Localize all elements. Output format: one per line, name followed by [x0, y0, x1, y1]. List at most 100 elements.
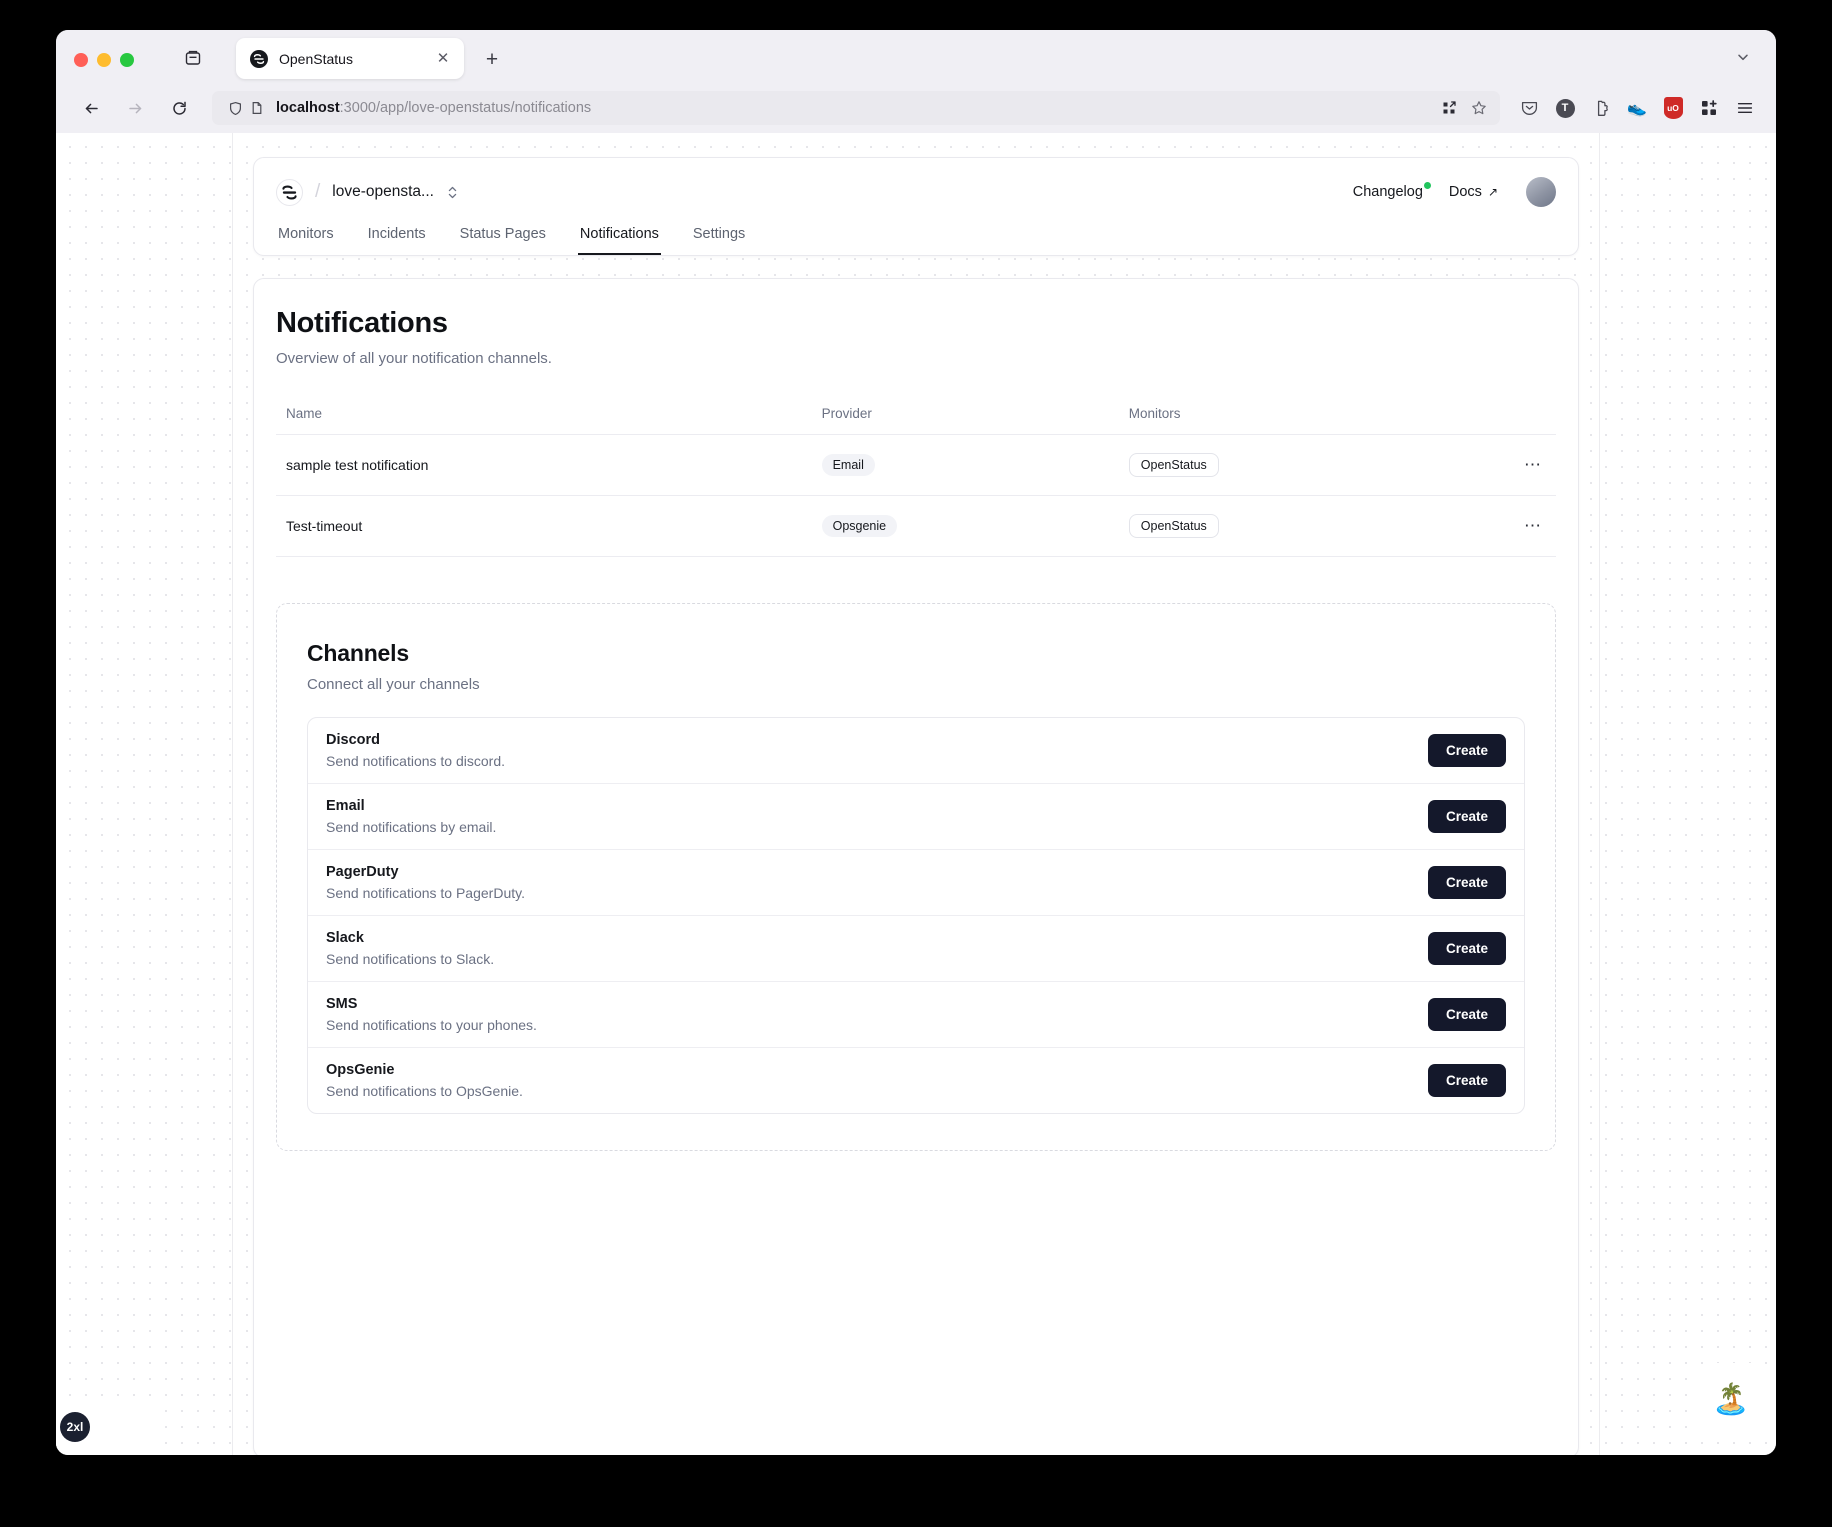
back-icon[interactable] — [74, 91, 108, 125]
list-item: Slack Send notifications to Slack. Creat… — [308, 916, 1524, 982]
app-nav-tabs: Monitors Incidents Status Pages Notifica… — [276, 220, 1556, 255]
url-bar-actions — [1436, 95, 1492, 121]
forward-icon[interactable] — [118, 91, 152, 125]
qr-share-icon[interactable] — [1436, 95, 1462, 121]
create-email-channel-button[interactable]: Create — [1428, 800, 1506, 833]
page-subtitle: Overview of all your notification channe… — [276, 350, 1556, 367]
monitor-badge[interactable]: OpenStatus — [1129, 514, 1219, 538]
channel-name: Email — [326, 798, 1428, 814]
workspace-name: love-opensta... — [332, 183, 434, 201]
create-sms-channel-button[interactable]: Create — [1428, 998, 1506, 1031]
tab-incidents[interactable]: Incidents — [366, 220, 428, 255]
column-header-name: Name — [276, 395, 814, 435]
reload-icon[interactable] — [162, 91, 196, 125]
channel-name: Slack — [326, 930, 1428, 946]
channel-name: Discord — [326, 732, 1428, 748]
openstatus-logo-icon — [250, 50, 268, 68]
close-window-button[interactable] — [74, 53, 88, 67]
table-row[interactable]: Test-timeout Opsgenie OpenStatus ⋯ — [276, 496, 1556, 557]
notification-provider-cell: Opsgenie — [814, 496, 1121, 557]
table-header-row: Name Provider Monitors — [276, 395, 1556, 435]
new-tab-button[interactable]: + — [478, 45, 506, 73]
bookmark-star-icon[interactable] — [1466, 95, 1492, 121]
url-host: localhost — [276, 100, 340, 116]
channel-description: Send notifications to PagerDuty. — [326, 885, 1428, 901]
row-more-options-icon[interactable]: ⋯ — [1518, 513, 1548, 539]
channel-list: Discord Send notifications to discord. C… — [307, 717, 1525, 1114]
url-path: :3000/app/love-openstatus/notifications — [340, 100, 592, 116]
tab-status-pages[interactable]: Status Pages — [458, 220, 548, 255]
changelog-link[interactable]: Changelog — [1353, 184, 1423, 200]
pocket-save-icon[interactable] — [1514, 93, 1544, 123]
channel-info: OpsGenie Send notifications to OpsGenie. — [326, 1062, 1428, 1099]
account-circle-t-icon[interactable]: T — [1550, 93, 1580, 123]
shield-icon — [224, 97, 246, 119]
external-link-icon: ↗ — [1488, 185, 1498, 199]
extensions-grid-icon[interactable] — [1694, 93, 1724, 123]
avatar[interactable] — [1526, 177, 1556, 207]
notification-monitors-cell: OpenStatus — [1121, 496, 1479, 557]
page-container: / love-opensta... Changelog Docs — [232, 133, 1600, 1455]
account-initial: T — [1556, 99, 1575, 118]
close-tab-icon[interactable]: ✕ — [433, 49, 453, 69]
channel-description: Send notifications to your phones. — [326, 1017, 1428, 1033]
list-item: SMS Send notifications to your phones. C… — [308, 982, 1524, 1048]
docs-link[interactable]: Docs ↗ — [1449, 184, 1498, 200]
monitor-badge[interactable]: OpenStatus — [1129, 453, 1219, 477]
ublock-shield: uO — [1664, 97, 1683, 119]
ublock-origin-icon[interactable]: uO — [1658, 93, 1688, 123]
tab-notifications[interactable]: Notifications — [578, 220, 661, 255]
channel-name: SMS — [326, 996, 1428, 1012]
url-text: localhost:3000/app/love-openstatus/notif… — [276, 100, 1436, 116]
create-slack-channel-button[interactable]: Create — [1428, 932, 1506, 965]
provider-badge: Opsgenie — [822, 515, 898, 537]
tab-title: OpenStatus — [279, 51, 433, 67]
workspace-switcher-icon[interactable] — [445, 183, 461, 201]
puzzle-extension-icon[interactable] — [1586, 93, 1616, 123]
channels-subtitle: Connect all your channels — [307, 676, 1525, 693]
create-opsgenie-channel-button[interactable]: Create — [1428, 1064, 1506, 1097]
provider-badge: Email — [822, 454, 875, 476]
chevron-down-icon[interactable] — [1730, 45, 1756, 69]
tab-settings[interactable]: Settings — [691, 220, 747, 255]
channel-info: SMS Send notifications to your phones. — [326, 996, 1428, 1033]
notification-actions-cell: ⋯ — [1479, 435, 1556, 496]
table-header: Name Provider Monitors — [276, 395, 1556, 435]
notification-provider-cell: Email — [814, 435, 1121, 496]
column-header-actions — [1479, 395, 1556, 435]
docs-label: Docs — [1449, 184, 1482, 200]
breakpoint-indicator: 2xl — [56, 1405, 154, 1449]
hamburger-menu-icon[interactable] — [1730, 93, 1760, 123]
channels-section: Channels Connect all your channels Disco… — [276, 603, 1556, 1151]
breadcrumb-separator: / — [315, 181, 320, 203]
create-discord-channel-button[interactable]: Create — [1428, 734, 1506, 767]
window-traffic-lights — [74, 53, 134, 83]
app-header-top-row: / love-opensta... Changelog Docs — [276, 174, 1556, 210]
sneaker-extension-icon[interactable]: 👟 — [1622, 93, 1652, 123]
list-all-tabs-icon[interactable] — [180, 45, 206, 71]
column-header-provider: Provider — [814, 395, 1121, 435]
openstatus-logo-icon[interactable] — [276, 179, 303, 206]
minimize-window-button[interactable] — [97, 53, 111, 67]
table-row[interactable]: sample test notification Email OpenStatu… — [276, 435, 1556, 496]
channel-name: PagerDuty — [326, 864, 1428, 880]
url-bar[interactable]: localhost:3000/app/love-openstatus/notif… — [212, 91, 1500, 125]
maximize-window-button[interactable] — [120, 53, 134, 67]
app-header: / love-opensta... Changelog Docs — [253, 157, 1579, 256]
tab-monitors[interactable]: Monitors — [276, 220, 336, 255]
island-widget[interactable]: 🏝️ — [1694, 1363, 1768, 1437]
create-pagerduty-channel-button[interactable]: Create — [1428, 866, 1506, 899]
channel-description: Send notifications to OpsGenie. — [326, 1083, 1428, 1099]
row-more-options-icon[interactable]: ⋯ — [1518, 452, 1548, 478]
notification-name: sample test notification — [276, 435, 814, 496]
channel-info: Discord Send notifications to discord. — [326, 732, 1428, 769]
channel-info: Email Send notifications by email. — [326, 798, 1428, 835]
island-icon: 🏝️ — [1708, 1377, 1754, 1423]
browser-tabstrip: OpenStatus ✕ + — [56, 30, 1776, 83]
channel-description: Send notifications by email. — [326, 819, 1428, 835]
browser-tab[interactable]: OpenStatus ✕ — [236, 38, 464, 79]
channels-title: Channels — [307, 640, 1525, 667]
notifications-table: Name Provider Monitors sample test notif… — [276, 395, 1556, 557]
list-item: Email Send notifications by email. Creat… — [308, 784, 1524, 850]
notification-actions-cell: ⋯ — [1479, 496, 1556, 557]
